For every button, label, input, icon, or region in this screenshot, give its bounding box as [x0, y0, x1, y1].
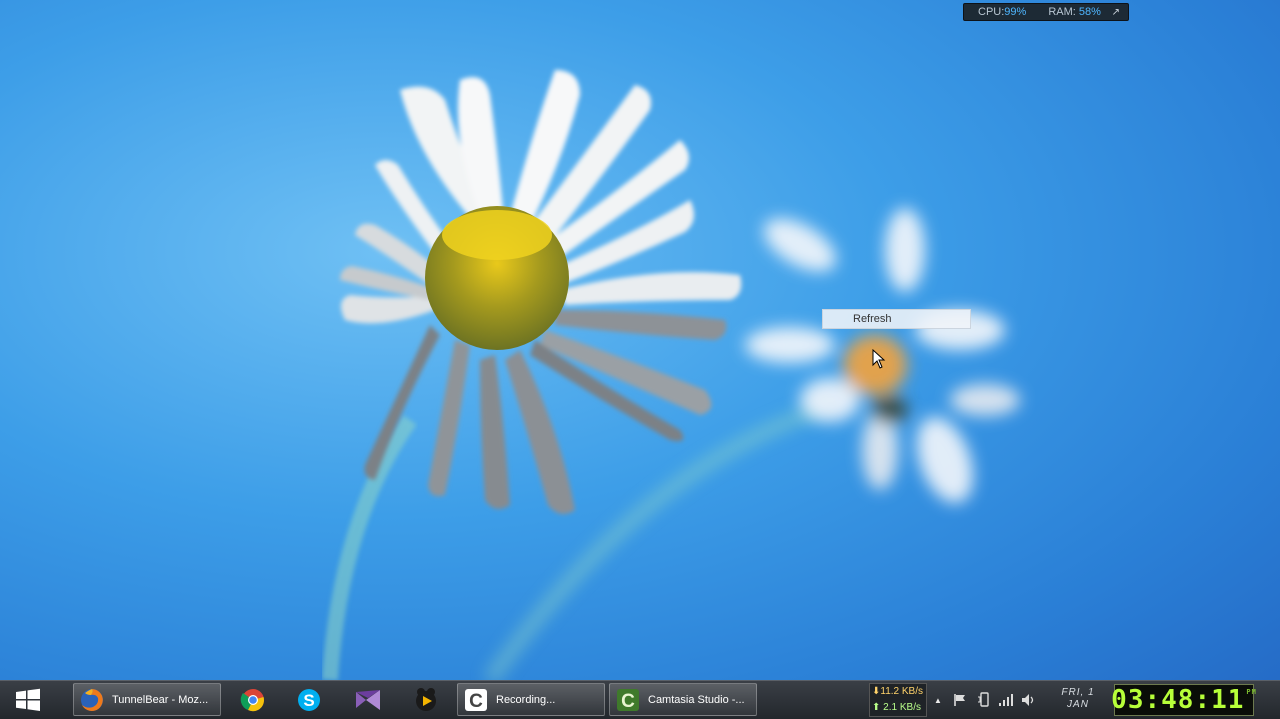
- chevron-up-icon: ▲: [934, 695, 942, 705]
- cpu-label: CPU:: [978, 6, 1005, 18]
- context-menu: Refresh: [822, 309, 971, 329]
- skype-icon: S: [298, 689, 320, 711]
- taskbar-pinned-chrome[interactable]: [233, 684, 273, 716]
- windows-logo-icon: [16, 688, 40, 711]
- cpu-value: 99%: [1004, 6, 1027, 18]
- wallpaper-daisy-image: [322, 70, 1020, 680]
- clock-time: 03:48:11: [1111, 685, 1245, 715]
- network-speed-meter[interactable]: ⬇11.2 KB/s ⬆ 2.1 KB/s: [869, 683, 927, 717]
- svg-text:C: C: [469, 691, 483, 712]
- action-center-icon[interactable]: [950, 681, 970, 719]
- visual-studio-icon: [356, 690, 380, 710]
- mouse-pointer-icon: [872, 349, 886, 369]
- date-month: JAN: [1067, 699, 1089, 710]
- tray-overflow-button[interactable]: ▲: [930, 681, 946, 719]
- chrome-icon: [240, 689, 264, 712]
- taskbar-button-label: Recording...: [496, 693, 556, 706]
- date-day: FRI, 1: [1061, 687, 1095, 698]
- device-icon[interactable]: [974, 681, 994, 719]
- taskbar-pinned-visual-studio[interactable]: [348, 684, 388, 716]
- svg-text:C: C: [621, 691, 635, 712]
- upload-speed: 2.1 KB/s: [883, 702, 921, 713]
- taskbar-button-camtasia-studio[interactable]: C Camtasia Studio -...: [609, 683, 757, 716]
- camtasia-studio-icon: C: [614, 686, 642, 714]
- resource-meter-widget[interactable]: CPU: 99% RAM: 58% ↗: [963, 3, 1129, 21]
- camtasia-recorder-icon: C: [462, 686, 490, 714]
- arrow-up-right-icon[interactable]: ↗: [1112, 4, 1120, 22]
- clock-period: PM: [1246, 688, 1257, 696]
- volume-icon[interactable]: [1018, 681, 1040, 719]
- date-display[interactable]: FRI, 1 JAN: [1050, 687, 1106, 711]
- taskbar-button-label: TunnelBear - Moz...: [112, 693, 209, 706]
- start-button[interactable]: [6, 685, 50, 715]
- taskbar-button-recording[interactable]: C Recording...: [457, 683, 605, 716]
- download-speed: 11.2 KB/s: [880, 686, 924, 697]
- taskbar-button-label: Camtasia Studio -...: [648, 693, 745, 706]
- network-signal-icon[interactable]: [996, 681, 1016, 719]
- taskbar: TunnelBear - Moz... S C Recording... C C…: [0, 680, 1280, 719]
- upload-arrow-icon: ⬆: [872, 702, 881, 713]
- firefox-icon: [78, 686, 106, 714]
- digital-clock[interactable]: 03:48:11 PM: [1111, 684, 1257, 716]
- svg-text:S: S: [303, 691, 314, 710]
- ram-value: 58%: [1078, 6, 1101, 18]
- taskbar-pinned-skype[interactable]: S: [289, 684, 329, 716]
- context-menu-item-refresh[interactable]: Refresh: [853, 313, 892, 325]
- ram-label: RAM:: [1048, 6, 1076, 18]
- taskbar-button-firefox[interactable]: TunnelBear - Moz...: [73, 683, 221, 716]
- taskbar-pinned-media-player[interactable]: [406, 684, 446, 716]
- media-player-icon: [416, 688, 436, 711]
- desktop[interactable]: CPU: 99% RAM: 58% ↗ Refresh: [0, 0, 1280, 680]
